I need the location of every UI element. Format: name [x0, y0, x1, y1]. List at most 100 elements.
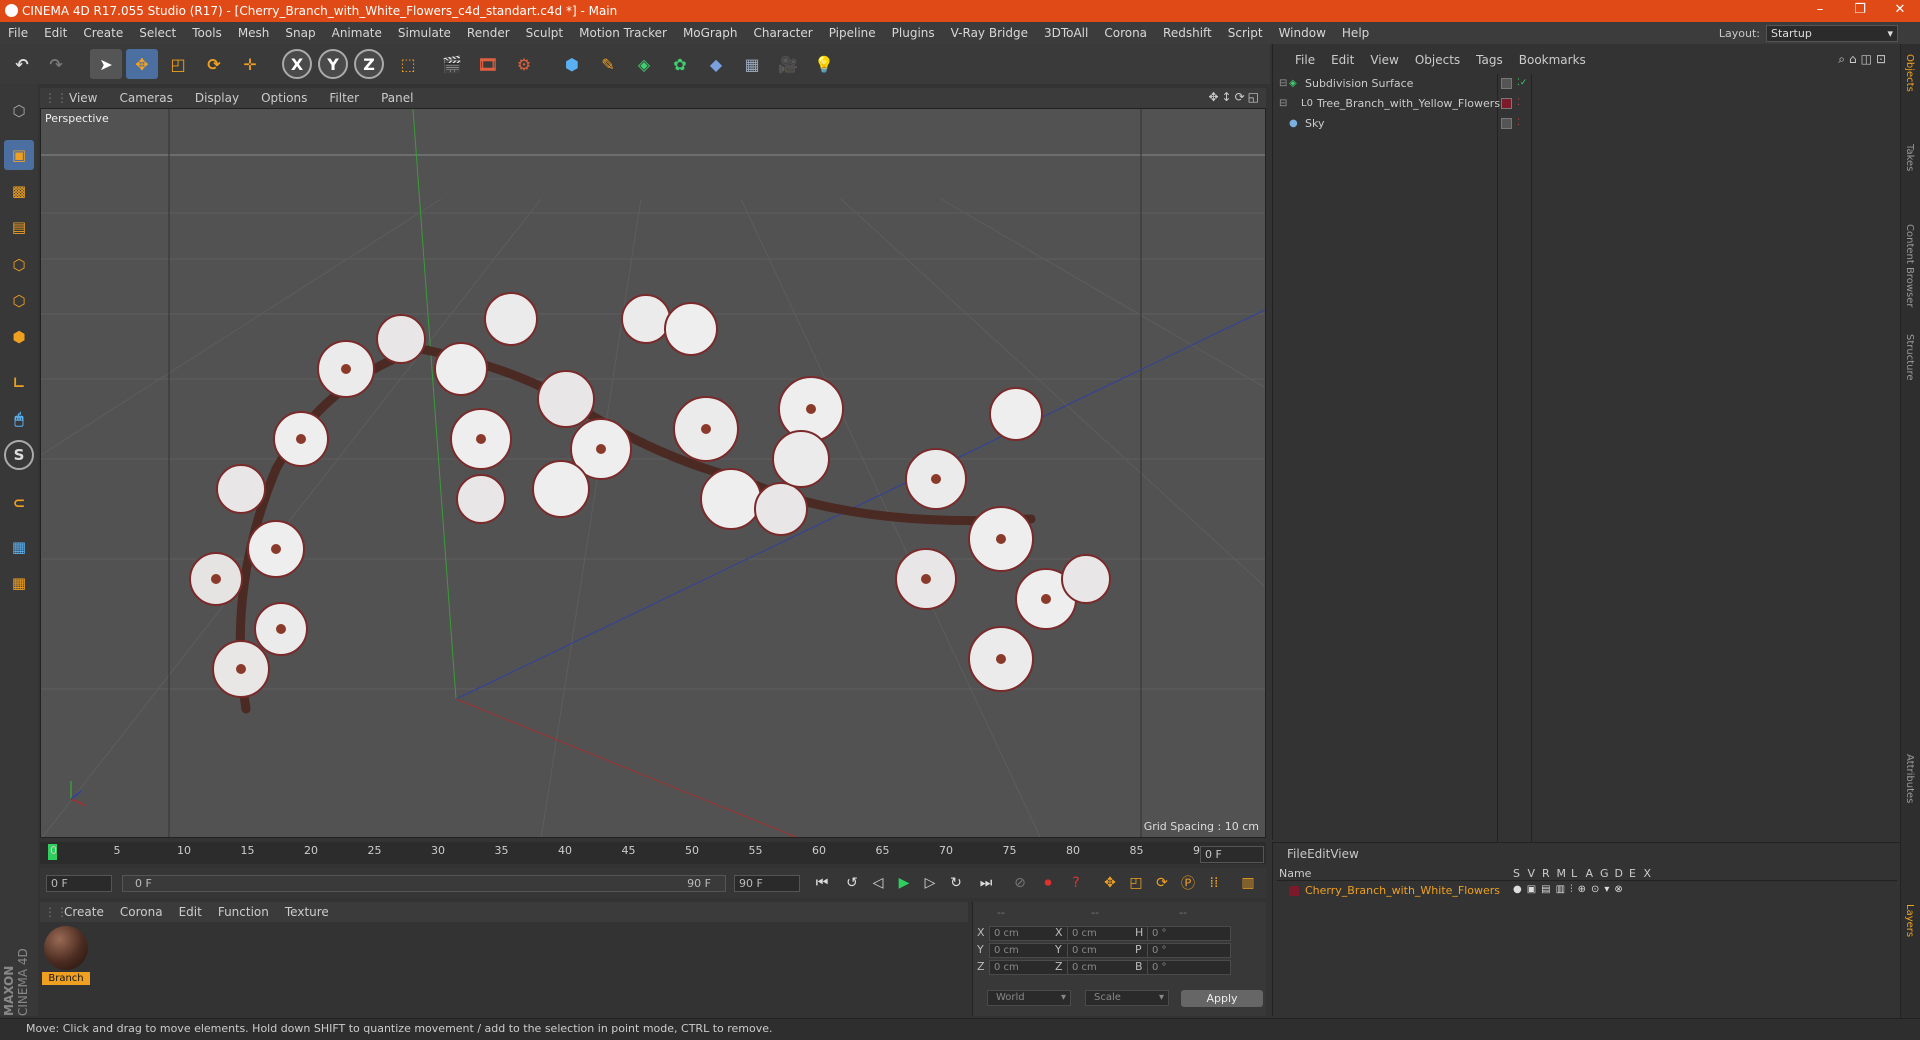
visibility-dots-icon[interactable]: ⁚	[1517, 94, 1520, 113]
frame-range-slider[interactable]: 0 F 90 F	[122, 875, 726, 892]
redo-icon[interactable]: ↷	[40, 49, 72, 79]
viewport-perspective[interactable]: Perspective Grid Spacing : 10 cm	[40, 108, 1266, 838]
menu-animate[interactable]: Animate	[324, 26, 390, 40]
coord-value-field[interactable]: 0 °	[1147, 960, 1231, 975]
scale-tool-icon[interactable]: ◰	[162, 49, 194, 79]
previous-key-icon[interactable]: ↺	[840, 872, 864, 894]
record-icon[interactable]: ⏺	[1036, 872, 1060, 894]
layer-column-m[interactable]: M	[1557, 867, 1567, 880]
menu-plugins[interactable]: Plugins	[884, 26, 943, 40]
layer-column-v[interactable]: V	[1528, 867, 1536, 880]
menu-simulate[interactable]: Simulate	[390, 26, 459, 40]
coordinate-mode-dropdown[interactable]: Scale ▾	[1085, 990, 1169, 1006]
render-picture-viewer-icon[interactable]: 🎞	[472, 49, 504, 79]
object-menu-file[interactable]: File	[1287, 53, 1323, 67]
menu-help[interactable]: Help	[1334, 26, 1377, 40]
menu-tools[interactable]: Tools	[184, 26, 230, 40]
rotate-tool-icon[interactable]: ⟳	[198, 49, 230, 79]
viewport-menu-filter[interactable]: Filter	[318, 91, 370, 105]
planar-workplane-icon[interactable]: ▦	[4, 568, 34, 598]
menu-3dtoall[interactable]: 3DToAll	[1036, 26, 1096, 40]
object-menu-bookmarks[interactable]: Bookmarks	[1511, 53, 1594, 67]
layer-column-a[interactable]: A	[1586, 867, 1594, 880]
layer-column-r[interactable]: R	[1542, 867, 1550, 880]
menu-file[interactable]: File	[0, 26, 36, 40]
render-view-icon[interactable]: 🎬	[436, 49, 468, 79]
edges-mode-icon[interactable]: ⬡	[4, 286, 34, 316]
menu-create[interactable]: Create	[75, 26, 131, 40]
end-frame-field[interactable]: 90 F	[734, 875, 800, 892]
points-mode-icon[interactable]: ⬡	[4, 250, 34, 280]
world-coordinates-icon[interactable]: ⬚	[392, 49, 424, 79]
axis-mode-icon[interactable]: ∟	[4, 368, 34, 398]
coordinate-space-dropdown[interactable]: World ▾	[987, 990, 1071, 1006]
layout-dropdown[interactable]: Startup ▾	[1766, 24, 1898, 42]
snap-icon[interactable]: S	[4, 440, 34, 470]
object-row[interactable]: ⊟ L0 Tree_Branch_with_Yellow_Flowers ⁚	[1273, 94, 1897, 113]
object-menu-tags[interactable]: Tags	[1468, 53, 1511, 67]
texture-mode-icon[interactable]: ▩	[4, 176, 34, 206]
viewport-nav-icons[interactable]: ✥↕⟳◱	[1208, 90, 1262, 104]
tree-expand-icon[interactable]: ⊟	[1279, 94, 1287, 113]
layer-menu-view[interactable]: View	[1330, 847, 1358, 861]
autokey-icon[interactable]: ?	[1064, 872, 1088, 894]
move-tool-icon[interactable]: ✥	[126, 49, 158, 79]
minimize-button[interactable]: –	[1800, 0, 1840, 22]
cloner-icon[interactable]: ✿	[664, 49, 696, 79]
layer-column-s[interactable]: S	[1513, 867, 1520, 880]
cube-icon[interactable]: ⬢	[556, 49, 588, 79]
menu-mesh[interactable]: Mesh	[230, 26, 278, 40]
key-parameter-icon[interactable]: Ⓟ	[1176, 872, 1200, 894]
light-icon[interactable]: 💡	[808, 49, 840, 79]
tweak-mode-icon[interactable]: 🖱	[4, 404, 34, 434]
layer-column-l[interactable]: L	[1571, 867, 1577, 880]
key-position-icon[interactable]: ✥	[1098, 872, 1122, 894]
menu-pipeline[interactable]: Pipeline	[821, 26, 884, 40]
current-frame-field[interactable]: 0 F	[1200, 846, 1264, 863]
layer-row[interactable]: Cherry_Branch_with_White_Flowers ●▣▤▥⫶⊕⊙…	[1277, 883, 1897, 899]
material-swatch[interactable]: Branch	[40, 922, 96, 988]
next-key-icon[interactable]: ↻	[944, 872, 968, 894]
side-tab-objects[interactable]: Objects	[1904, 54, 1915, 92]
y-axis-lock-button[interactable]: Y	[318, 49, 348, 79]
menu-mograph[interactable]: MoGraph	[675, 26, 746, 40]
coord-value-field[interactable]: 0 °	[1147, 926, 1231, 941]
undo-icon[interactable]: ↶	[6, 49, 38, 79]
layer-menu-edit[interactable]: Edit	[1307, 847, 1330, 861]
menu-v-ray-bridge[interactable]: V-Ray Bridge	[943, 26, 1036, 40]
layer-menu-file[interactable]: File	[1287, 847, 1307, 861]
layer-column-e[interactable]: E	[1629, 867, 1636, 880]
visibility-dots-icon[interactable]: ⁚✓	[1517, 74, 1527, 93]
camera-icon[interactable]: 🎥	[772, 49, 804, 79]
menu-sculpt[interactable]: Sculpt	[518, 26, 571, 40]
layer-color-swatch[interactable]	[1289, 886, 1299, 896]
object-menu-objects[interactable]: Objects	[1407, 53, 1468, 67]
menu-corona[interactable]: Corona	[1096, 26, 1155, 40]
side-tab-takes[interactable]: Takes	[1904, 144, 1915, 171]
previous-frame-icon[interactable]: ◁	[866, 872, 890, 894]
deformer-icon[interactable]: ◆	[700, 49, 732, 79]
play-forward-icon[interactable]: ▶	[892, 872, 916, 894]
layer-column-d[interactable]: D	[1615, 867, 1623, 880]
timeline-window-icon[interactable]: ▥	[1236, 872, 1260, 894]
close-button[interactable]: ✕	[1880, 0, 1920, 22]
material-menu-corona[interactable]: Corona	[112, 905, 171, 919]
floor-icon[interactable]: ▦	[736, 49, 768, 79]
menu-motion-tracker[interactable]: Motion Tracker	[571, 26, 675, 40]
timeline-ruler[interactable]: 051015202530354045505560657075808590	[40, 842, 1266, 864]
material-menu-function[interactable]: Function	[210, 905, 277, 919]
object-row[interactable]: ⊟ ◈ Subdivision Surface ⁚✓	[1273, 74, 1897, 93]
keyframe-selection-icon[interactable]: ⊘	[1008, 872, 1032, 894]
coord-value-field[interactable]: 0 °	[1147, 943, 1231, 958]
start-frame-field[interactable]: 0 F	[46, 875, 112, 892]
layer-column-x[interactable]: X	[1644, 867, 1652, 880]
visibility-dots-icon[interactable]: ⁚	[1517, 114, 1520, 133]
workplane-mode-icon[interactable]: ▤	[4, 212, 34, 242]
pen-spline-icon[interactable]: ✎	[592, 49, 624, 79]
menu-snap[interactable]: Snap	[277, 26, 323, 40]
material-menu-texture[interactable]: Texture	[277, 905, 337, 919]
select-tool-icon[interactable]: ➤	[90, 49, 122, 79]
menu-redshift[interactable]: Redshift	[1155, 26, 1220, 40]
menu-render[interactable]: Render	[459, 26, 518, 40]
key-rotation-icon[interactable]: ⟳	[1150, 872, 1174, 894]
